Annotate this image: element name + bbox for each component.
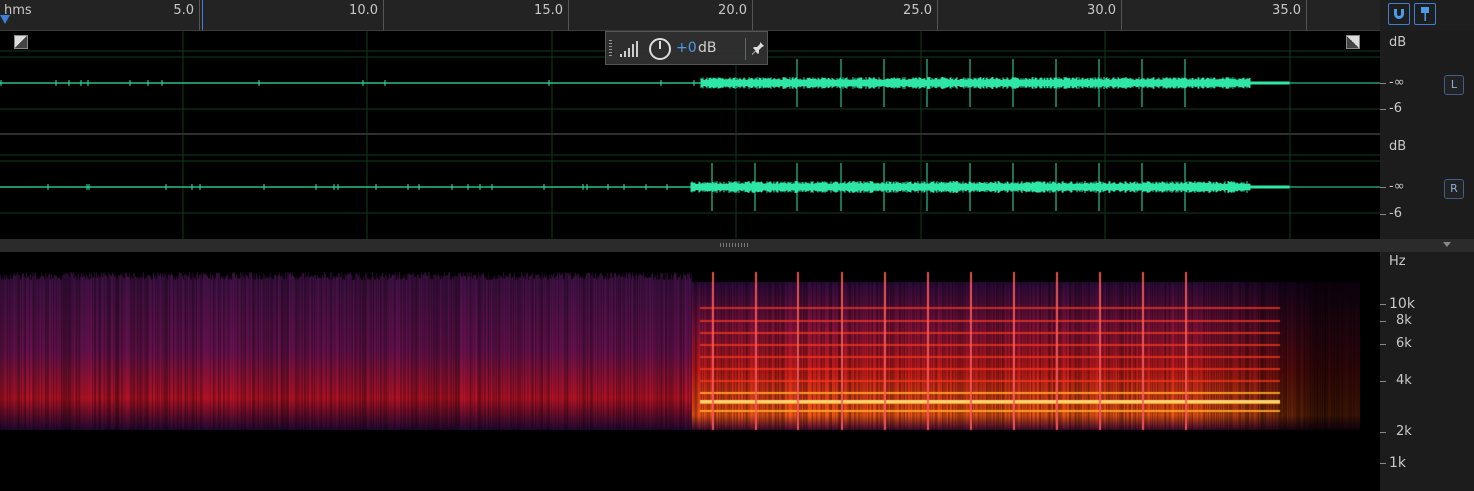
- pin-icon[interactable]: [751, 41, 765, 55]
- hud-divider: [745, 38, 746, 60]
- spectral-frequency-display[interactable]: [0, 252, 1380, 491]
- channel-left-button[interactable]: L: [1444, 75, 1464, 95]
- snap-magnet-button[interactable]: [1388, 3, 1410, 25]
- hz-tick: [1380, 463, 1386, 464]
- start-marker-icon[interactable]: [0, 15, 10, 24]
- marker-pin-icon: [1421, 7, 1429, 21]
- freq-label: 1k: [1389, 455, 1407, 471]
- snap-magnet-icon: [1394, 9, 1404, 19]
- hz-unit-label: Hz: [1389, 254, 1406, 269]
- ruler-label: 10.0: [349, 3, 378, 18]
- hz-tick: [1380, 304, 1386, 305]
- ruler-tick: [383, 0, 384, 30]
- waveform-fade-in-handle[interactable]: [14, 35, 28, 49]
- hz-tick: [1380, 432, 1386, 433]
- freq-label: 4k: [1396, 373, 1412, 388]
- freq-label: 2k: [1396, 424, 1412, 439]
- ruler-tick: [937, 0, 938, 30]
- db-tick: [1380, 83, 1386, 84]
- db-tick: [1380, 187, 1386, 188]
- volume-unit: dB: [698, 40, 717, 56]
- volume-level-icon: [620, 41, 638, 57]
- db-label: dB: [1389, 35, 1407, 50]
- ruler-label: 20.0: [718, 3, 747, 18]
- ruler-label: 15.0: [534, 3, 563, 18]
- ruler-tick: [1121, 0, 1122, 30]
- marker-button[interactable]: [1414, 3, 1436, 25]
- ruler-label: 30.0: [1087, 3, 1116, 18]
- waveform-fade-out-handle[interactable]: [1346, 35, 1360, 49]
- channel-right-button[interactable]: R: [1444, 179, 1464, 199]
- freq-label: 10k: [1389, 296, 1415, 312]
- collapse-arrow-icon[interactable]: [1443, 242, 1451, 248]
- ruler-tick: [1306, 0, 1307, 30]
- db-label: dB: [1389, 139, 1407, 154]
- spectrogram-canvas: [0, 252, 1380, 491]
- playhead[interactable]: [202, 0, 203, 30]
- ruler-tools: [1380, 0, 1474, 30]
- panel-splitter[interactable]: [0, 239, 1474, 252]
- splitter-grip-icon: [720, 243, 750, 247]
- freq-label: 6k: [1396, 336, 1412, 351]
- volume-knob-icon[interactable]: [648, 37, 672, 61]
- amplitude-scale-panel: dB -∞ -6 L dB -∞ -6 R Hz 10k 8k 6k 4k 2k…: [1380, 31, 1474, 491]
- freq-label: 8k: [1396, 313, 1412, 328]
- ruler-tick: [568, 0, 569, 30]
- db-tick: [1380, 214, 1386, 215]
- volume-hud[interactable]: +0 dB: [605, 31, 768, 65]
- ruler-label: 25.0: [903, 3, 932, 18]
- ruler-label: 5.0: [173, 3, 194, 18]
- ruler-label: 35.0: [1272, 3, 1301, 18]
- time-ruler[interactable]: hms 5.0 10.0 15.0 20.0 25.0 30.0 35.0: [0, 0, 1380, 31]
- inf-label: -∞: [1389, 179, 1405, 194]
- volume-value[interactable]: +0: [676, 40, 697, 56]
- hz-tick: [1380, 321, 1386, 322]
- ruler-tick: [752, 0, 753, 30]
- hz-tick: [1380, 381, 1386, 382]
- minus6-label: -6: [1389, 206, 1402, 221]
- ruler-tick: [199, 0, 200, 30]
- minus6-label: -6: [1389, 101, 1402, 116]
- db-tick: [1380, 109, 1386, 110]
- hz-tick: [1380, 344, 1386, 345]
- channel-separator: [0, 133, 1380, 135]
- hud-drag-handle[interactable]: [609, 40, 612, 58]
- inf-label: -∞: [1389, 75, 1405, 90]
